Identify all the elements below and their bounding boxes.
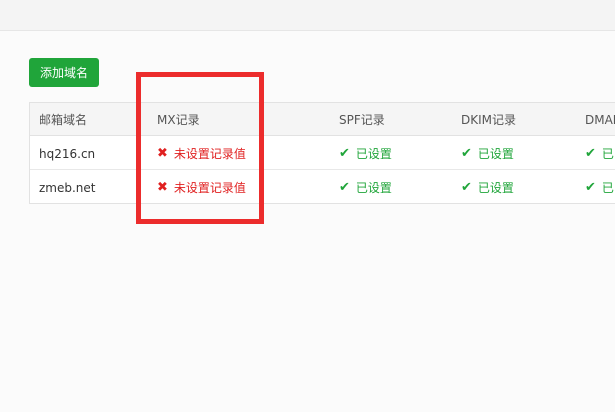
spf-status: ✔ 已设置 — [339, 171, 392, 203]
domain-table: 邮箱域名 MX记录 SPF记录 DKIM记录 DMARC hq216.cn ✖ … — [29, 102, 615, 204]
check-icon: ✔ — [461, 180, 472, 195]
top-bar — [0, 0, 615, 31]
domain-name: zmeb.net — [39, 180, 96, 195]
check-icon: ✔ — [461, 146, 472, 161]
mail-domain-panel — [0, 31, 615, 412]
table-row: zmeb.net ✖ 未设置记录值 ✔ 已设置 ✔ 已设置 ✔ 已 — [30, 171, 615, 203]
dmarc-status-text: 已 — [601, 147, 614, 161]
dkim-status: ✔ 已设置 — [461, 171, 514, 203]
dkim-status-text: 已设置 — [477, 147, 514, 161]
check-icon: ✔ — [339, 180, 350, 195]
x-icon: ✖ — [157, 180, 168, 195]
x-icon: ✖ — [157, 146, 168, 161]
domain-name: hq216.cn — [39, 146, 96, 161]
mx-status[interactable]: ✖ 未设置记录值 — [157, 137, 246, 170]
mx-status-text: 未设置记录值 — [173, 181, 246, 195]
column-header-mx: MX记录 — [157, 113, 200, 127]
spf-status-text: 已设置 — [355, 181, 392, 195]
mx-status[interactable]: ✖ 未设置记录值 — [157, 171, 246, 203]
table-row: hq216.cn ✖ 未设置记录值 ✔ 已设置 ✔ 已设置 ✔ 已 — [30, 137, 615, 170]
dmarc-status-text: 已 — [601, 181, 614, 195]
check-icon: ✔ — [339, 146, 350, 161]
dmarc-status: ✔ 已 — [585, 171, 614, 203]
spf-status-text: 已设置 — [355, 147, 392, 161]
check-icon: ✔ — [585, 180, 596, 195]
dmarc-status: ✔ 已 — [585, 137, 614, 170]
dkim-status-text: 已设置 — [477, 181, 514, 195]
mx-status-text: 未设置记录值 — [173, 147, 246, 161]
check-icon: ✔ — [585, 146, 596, 161]
column-header-dkim: DKIM记录 — [461, 113, 517, 127]
add-domain-button[interactable]: 添加域名 — [29, 58, 99, 87]
column-header-dmarc: DMARC — [585, 112, 615, 127]
column-header-domain: 邮箱域名 — [39, 113, 88, 127]
spf-status: ✔ 已设置 — [339, 137, 392, 170]
dkim-status: ✔ 已设置 — [461, 137, 514, 170]
column-header-spf: SPF记录 — [339, 113, 385, 127]
table-header-row: 邮箱域名 MX记录 SPF记录 DKIM记录 DMARC — [30, 103, 615, 136]
